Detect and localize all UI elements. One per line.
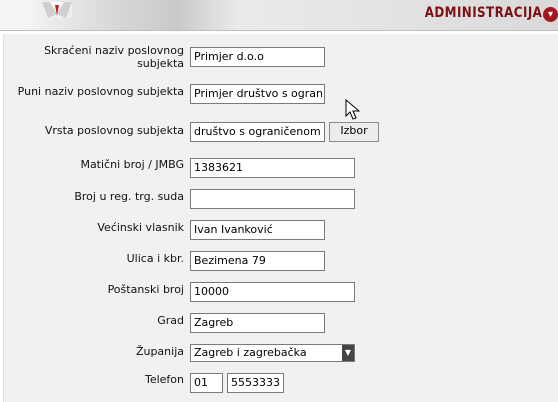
skraceni-naziv-input[interactable]: Primjer d.o.o bbox=[190, 47, 325, 67]
mouse-pointer-icon bbox=[345, 99, 361, 120]
zupanija-select[interactable]: Zagreb i zagrebačka ▼ bbox=[190, 344, 355, 362]
izbor-button[interactable]: Izbor bbox=[329, 122, 379, 142]
banner-person-image bbox=[42, 2, 72, 18]
vrsta-input[interactable]: društvo s ograničenom bbox=[190, 122, 325, 142]
broj-reg-suda-input[interactable] bbox=[190, 189, 355, 209]
header-banner: ADMINISTRACIJA ▾ bbox=[0, 0, 558, 31]
maticni-broj-input[interactable]: 1383621 bbox=[190, 158, 355, 178]
label-puni-naziv: Puni naziv poslovnog subjekta bbox=[17, 85, 184, 98]
label-zupanija: Županija bbox=[135, 345, 184, 358]
telefon-prefix-input[interactable]: 01 bbox=[190, 373, 223, 393]
down-arrow-icon[interactable]: ▾ bbox=[543, 7, 558, 22]
dropdown-arrow-icon[interactable]: ▼ bbox=[342, 345, 354, 361]
postanski-broj-input[interactable]: 10000 bbox=[190, 282, 355, 302]
zupanija-selected-value: Zagreb i zagrebačka bbox=[194, 346, 307, 359]
label-postanski-broj: Poštanski broj bbox=[107, 283, 184, 296]
label-vlasnik: Većinski vlasnik bbox=[97, 221, 184, 234]
ulica-input[interactable]: Bezimena 79 bbox=[190, 251, 325, 271]
label-vrsta: Vrsta poslovnog subjekta bbox=[44, 124, 184, 137]
puni-naziv-input[interactable]: Primjer društvo s ograniče bbox=[190, 84, 325, 104]
label-broj-reg-suda: Broj u reg. trg. suda bbox=[74, 190, 184, 203]
label-ulica: Ulica i kbr. bbox=[126, 252, 184, 265]
label-telefon: Telefon bbox=[144, 373, 184, 386]
label-grad: Grad bbox=[157, 314, 184, 327]
label-skraceni-naziv: Skraćeni naziv poslovnog subjekta bbox=[44, 44, 184, 70]
vlasnik-input[interactable]: Ivan Ivanković bbox=[190, 220, 325, 240]
grad-input[interactable]: Zagreb bbox=[190, 313, 325, 333]
company-form: Skraćeni naziv poslovnog subjekta Primje… bbox=[3, 34, 558, 402]
label-maticni-broj: Matični broj / JMBG bbox=[80, 158, 184, 171]
telefon-number-input[interactable]: 5553333 bbox=[227, 373, 284, 393]
header-title: ADMINISTRACIJA bbox=[424, 5, 542, 21]
